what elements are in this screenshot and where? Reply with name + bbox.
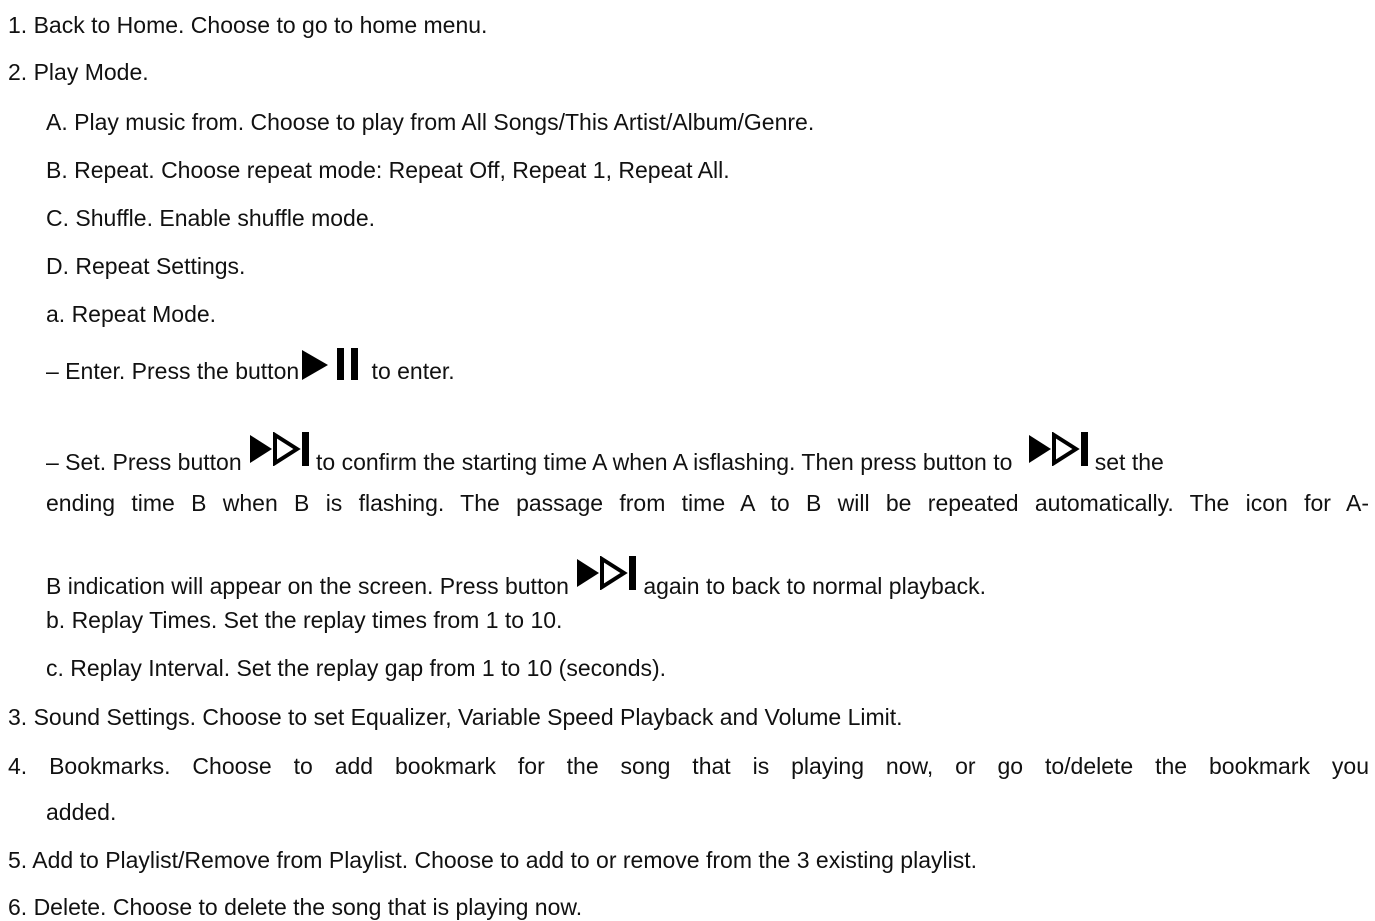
item-4-bookmarks-line-1: 4. Bookmarks. Choose to add bookmark for… [8, 753, 1369, 779]
set-text-mid: to confirm the starting time A when A is… [316, 449, 1019, 475]
enter-instruction: – Enter. Press the button to enter. [46, 348, 455, 394]
next-track-icon [248, 432, 312, 466]
item-2d-a-repeat-mode: a. Repeat Mode. [46, 301, 217, 327]
item-6-delete: 6. Delete. Choose to delete the song tha… [8, 894, 583, 920]
item-5-playlist: 5. Add to Playlist/Remove from Playlist.… [8, 847, 977, 873]
set-text-pre: – Set. Press button [46, 449, 249, 475]
enter-text-post: to enter. [365, 358, 455, 384]
item-2b-repeat: B. Repeat. Choose repeat mode: Repeat Of… [46, 157, 730, 183]
item-4-bookmarks-line-2: added. [46, 799, 117, 825]
item-2d-c-replay-interval: c. Replay Interval. Set the replay gap f… [46, 655, 667, 681]
set-instruction-line-1: – Set. Press button to confirm the start… [46, 432, 1369, 476]
enter-text-pre: – Enter. Press the button [46, 358, 300, 384]
set-instruction-line-2: ending time B when B is flashing. The pa… [46, 490, 1369, 516]
set-instruction-line-3: B indication will appear on the screen. … [46, 556, 986, 600]
next-track-icon [1027, 432, 1091, 466]
item-2d-b-replay-times: b. Replay Times. Set the replay times fr… [46, 607, 563, 633]
item-3-sound-settings: 3. Sound Settings. Choose to set Equaliz… [8, 704, 903, 730]
next-track-icon [575, 556, 639, 590]
set-text-post: set the [1094, 449, 1164, 475]
item-1-back-to-home: 1. Back to Home. Choose to go to home me… [8, 12, 488, 38]
set-line3-pre: B indication will appear on the screen. … [46, 573, 576, 599]
item-2d-repeat-settings: D. Repeat Settings. [46, 253, 246, 279]
item-2c-shuffle: C. Shuffle. Enable shuffle mode. [46, 205, 376, 231]
set-line3-post: again to back to normal playback. [643, 573, 986, 599]
item-2-play-mode: 2. Play Mode. [8, 59, 149, 85]
play-pause-icon [299, 348, 365, 382]
item-2a-play-music-from: A. Play music from. Choose to play from … [46, 109, 815, 135]
